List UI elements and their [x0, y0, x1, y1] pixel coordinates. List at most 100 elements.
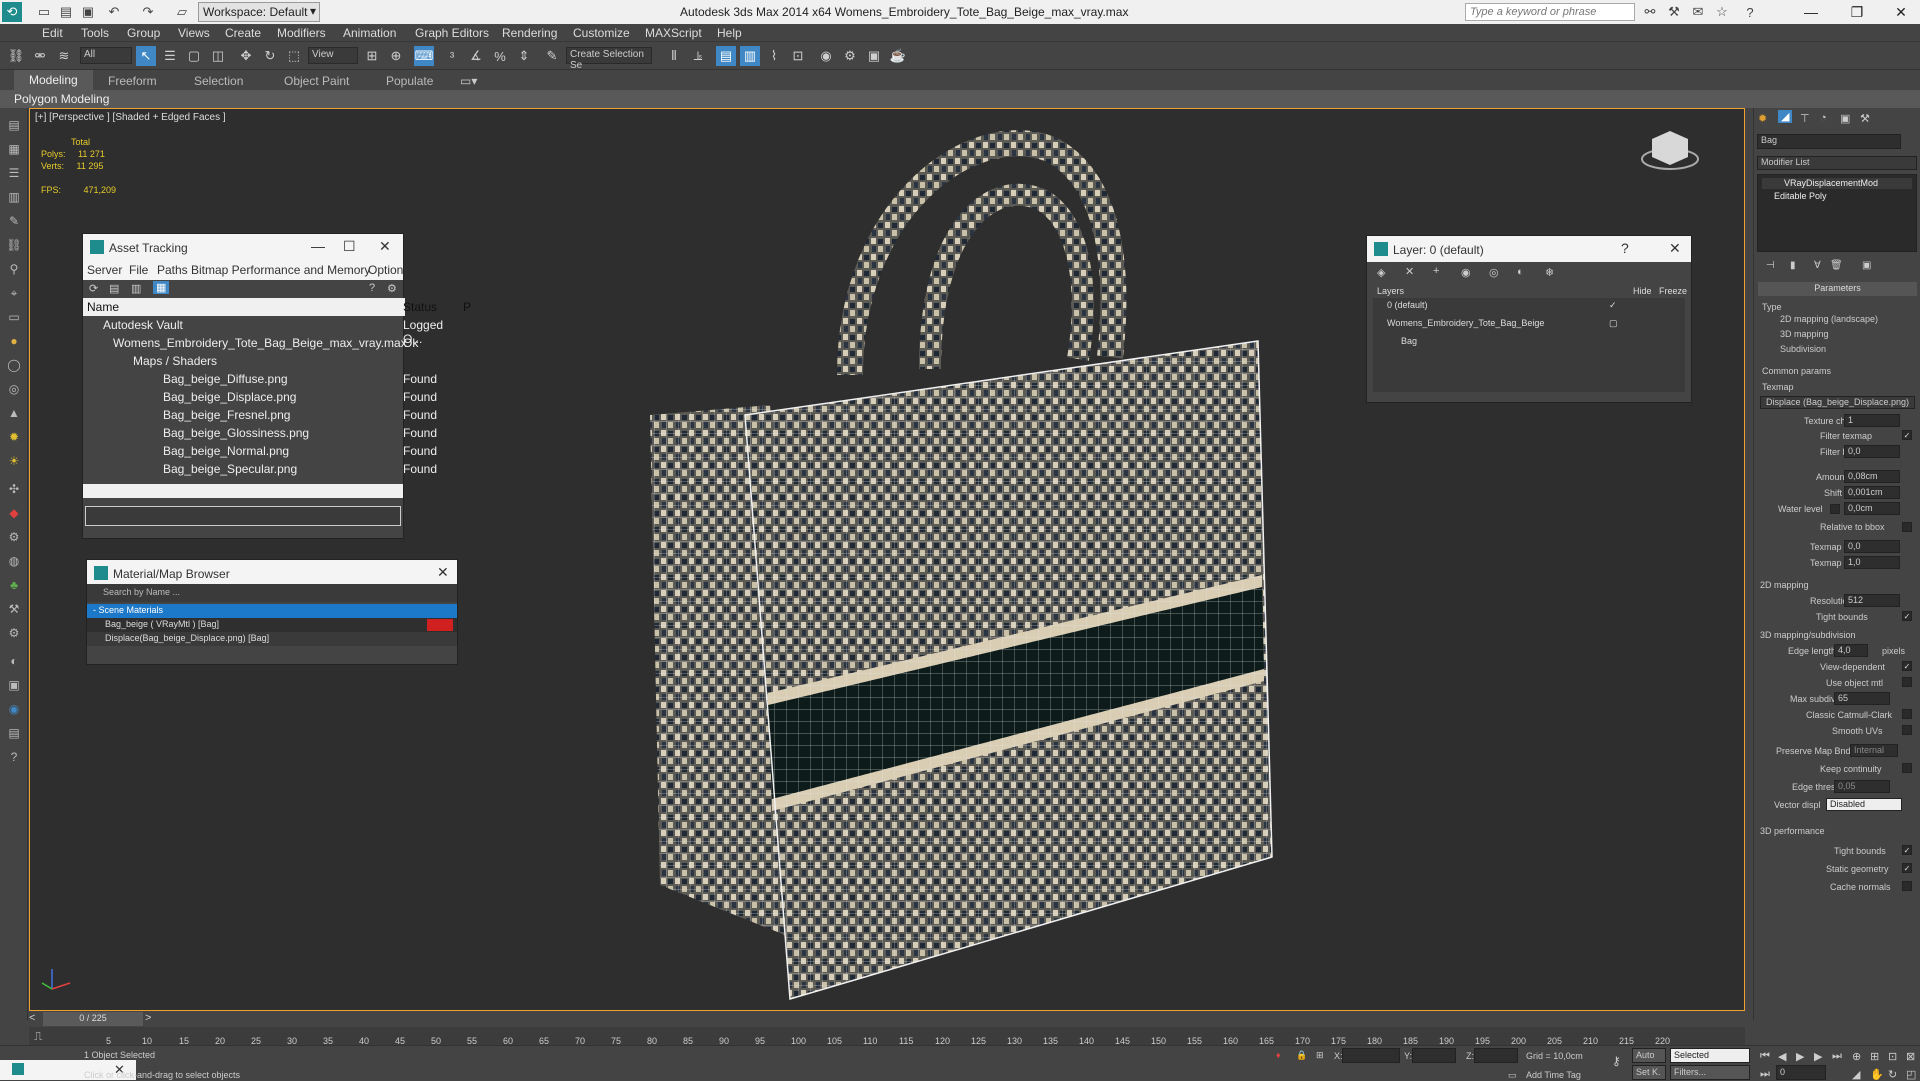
redo-icon[interactable]: ↷: [138, 2, 158, 22]
object-name-field[interactable]: Bag: [1757, 134, 1901, 149]
asset-minimize-button[interactable]: —: [311, 238, 325, 254]
tab-populate[interactable]: Populate: [386, 74, 433, 88]
show-end-result-icon[interactable]: ▮: [1790, 260, 1796, 271]
menu-group[interactable]: Group: [127, 26, 160, 40]
question-icon[interactable]: ?: [4, 748, 24, 766]
keyboard-shortcut-icon[interactable]: ⌨: [414, 46, 434, 66]
asset-list-icon[interactable]: ▤: [109, 282, 119, 295]
layer-close-button[interactable]: ✕: [1669, 240, 1681, 257]
menu-create[interactable]: Create: [225, 26, 261, 40]
asset-horizontal-scrollbar[interactable]: [83, 484, 403, 498]
key-mode-icon[interactable]: ⏭: [1760, 1068, 1770, 1081]
angle-snap-icon[interactable]: ∡: [466, 46, 486, 66]
pan-icon[interactable]: ✋: [1870, 1068, 1884, 1081]
project-folder-icon[interactable]: ▱: [172, 2, 192, 22]
foliage-icon[interactable]: ♣: [4, 576, 24, 594]
subscription-icon[interactable]: ⚒: [1664, 2, 1684, 22]
view-dependent-checkbox[interactable]: ✓: [1902, 661, 1912, 671]
move-icon[interactable]: ✥: [236, 46, 256, 66]
wrench-icon[interactable]: ⚒: [4, 600, 24, 618]
bind-spacewarp-icon[interactable]: ≋: [54, 46, 74, 66]
asset-row[interactable]: Autodesk Vault Logged O...: [83, 316, 443, 346]
cache-normals-checkbox[interactable]: [1902, 881, 1912, 891]
asset-row[interactable]: Bag_beige_Diffuse.png Found: [83, 370, 437, 388]
modifier-stack-item[interactable]: VRayDisplacementMod: [1762, 178, 1912, 189]
menu-views[interactable]: Views: [178, 26, 210, 40]
scene-materials-group[interactable]: - Scene Materials: [87, 604, 457, 618]
hierarchy-tab-icon[interactable]: ⊤: [1800, 112, 1810, 125]
layer-manager-icon[interactable]: ▤: [716, 46, 736, 66]
set-key-button[interactable]: Set K.: [1632, 1065, 1666, 1080]
texmap-button[interactable]: Displace (Bag_beige_Displace.png): [1760, 396, 1915, 409]
asset-menu-file[interactable]: File: [129, 263, 148, 277]
viewcube-icon[interactable]: [1641, 131, 1699, 170]
use-object-mtl-checkbox[interactable]: [1902, 677, 1912, 687]
filter-texmap-checkbox[interactable]: ✓: [1902, 430, 1912, 440]
asset-row[interactable]: Maps / Shaders: [83, 352, 405, 370]
layer-col-freeze[interactable]: Freeze: [1659, 286, 1687, 296]
configure-sets-icon[interactable]: ▣: [1862, 260, 1871, 271]
layer-row[interactable]: Womens_Embroidery_Tote_Bag_Beige: [1387, 318, 1544, 328]
goto-start-icon[interactable]: ⏮: [1760, 1050, 1770, 1063]
smooth-uvs-checkbox[interactable]: [1902, 725, 1912, 735]
material-editor-icon[interactable]: ◉: [816, 46, 836, 66]
asset-row[interactable]: Bag_beige_Fresnel.png Found: [83, 406, 437, 424]
mirror-icon[interactable]: ⫴: [664, 46, 684, 66]
undo-icon[interactable]: ↶: [104, 2, 124, 22]
layer-help-button[interactable]: ?: [1621, 240, 1629, 256]
pin-stack-icon[interactable]: ⊣: [1766, 260, 1775, 271]
cone-icon[interactable]: ▲: [4, 404, 24, 422]
auto-key-button[interactable]: Auto: [1632, 1048, 1666, 1063]
zoom-all-icon[interactable]: ⊞: [1870, 1050, 1879, 1063]
asset-help-icon[interactable]: ?: [369, 282, 375, 294]
box-icon[interactable]: ▭: [4, 308, 24, 326]
time-slider-thumb[interactable]: 0 / 225: [43, 1012, 143, 1026]
type-subdivision-radio[interactable]: Subdivision: [1780, 344, 1826, 354]
track-bar[interactable]: ⎍ 5 10 15 20 25 30 35 40 45 50 55 60 65 …: [29, 1027, 1745, 1046]
isolate-icon[interactable]: ♦: [1276, 1050, 1281, 1060]
render-production-icon[interactable]: ☕: [888, 46, 908, 66]
light-icon[interactable]: ✹: [4, 428, 24, 446]
layer-col-hide[interactable]: Hide: [1633, 286, 1652, 296]
help-icon[interactable]: ?: [1740, 2, 1760, 22]
menu-modifiers[interactable]: Modifiers: [277, 26, 326, 40]
zoom-extents-icon[interactable]: ⊡: [1888, 1050, 1897, 1063]
goto-end-icon[interactable]: ⏭: [1832, 1050, 1842, 1063]
asset-row[interactable]: Bag_beige_Displace.png Found: [83, 388, 437, 406]
window-crossing-icon[interactable]: ◫: [208, 46, 228, 66]
unlink-icon[interactable]: ⚮: [30, 46, 50, 66]
link-tool-icon[interactable]: ⛓: [4, 236, 24, 254]
bone-icon[interactable]: ⚲: [4, 260, 24, 278]
select-by-name-icon[interactable]: ☰: [160, 46, 180, 66]
sphere-icon[interactable]: ◯: [4, 356, 24, 374]
water-level-checkbox[interactable]: [1830, 504, 1840, 514]
motion-icon[interactable]: ◐: [4, 652, 24, 670]
time-next-icon[interactable]: >: [145, 1012, 151, 1024]
highlight-layer-icon[interactable]: ◎: [1489, 266, 1499, 279]
grid-icon[interactable]: ▥: [4, 188, 24, 206]
hide-all-icon[interactable]: ◐: [1517, 266, 1524, 278]
asset-row[interactable]: Bag_beige_Normal.png Found: [83, 442, 437, 460]
play-icon[interactable]: ▶: [1796, 1050, 1804, 1063]
lock-selection-icon[interactable]: 🔒: [1296, 1050, 1307, 1061]
asset-row[interactable]: Bag_beige_Glossiness.png Found: [83, 424, 437, 442]
selection-filter-dropdown[interactable]: All: [80, 47, 132, 64]
relative-bbox-checkbox[interactable]: [1902, 522, 1912, 532]
utilities-tab-icon[interactable]: ⚒: [1860, 112, 1870, 125]
edge-length-field[interactable]: 4,0: [1834, 644, 1868, 657]
camera-icon[interactable]: ⌖: [4, 284, 24, 302]
fov-icon[interactable]: ◢: [1852, 1068, 1860, 1081]
render-frame-icon[interactable]: ▣: [864, 46, 884, 66]
asset-refresh-icon[interactable]: ⟳: [89, 282, 98, 295]
water-level-field[interactable]: 0,0cm: [1844, 502, 1900, 515]
asset-col-status[interactable]: Status: [403, 300, 437, 314]
favorites-icon[interactable]: ☆: [1712, 2, 1732, 22]
snaps-toggle-icon[interactable]: ³: [442, 46, 462, 66]
tab-modeling[interactable]: Modeling: [14, 70, 93, 90]
asset-path-field[interactable]: [85, 506, 401, 526]
minimize-button[interactable]: —: [1788, 0, 1834, 24]
keyword-search-input[interactable]: Type a keyword or phrase: [1465, 3, 1635, 21]
tight-bounds-checkbox[interactable]: ✓: [1902, 611, 1912, 621]
material-item[interactable]: Bag_beige ( VRayMtl ) [Bag]: [87, 618, 457, 632]
asset-grid-icon[interactable]: ▦: [153, 281, 170, 294]
